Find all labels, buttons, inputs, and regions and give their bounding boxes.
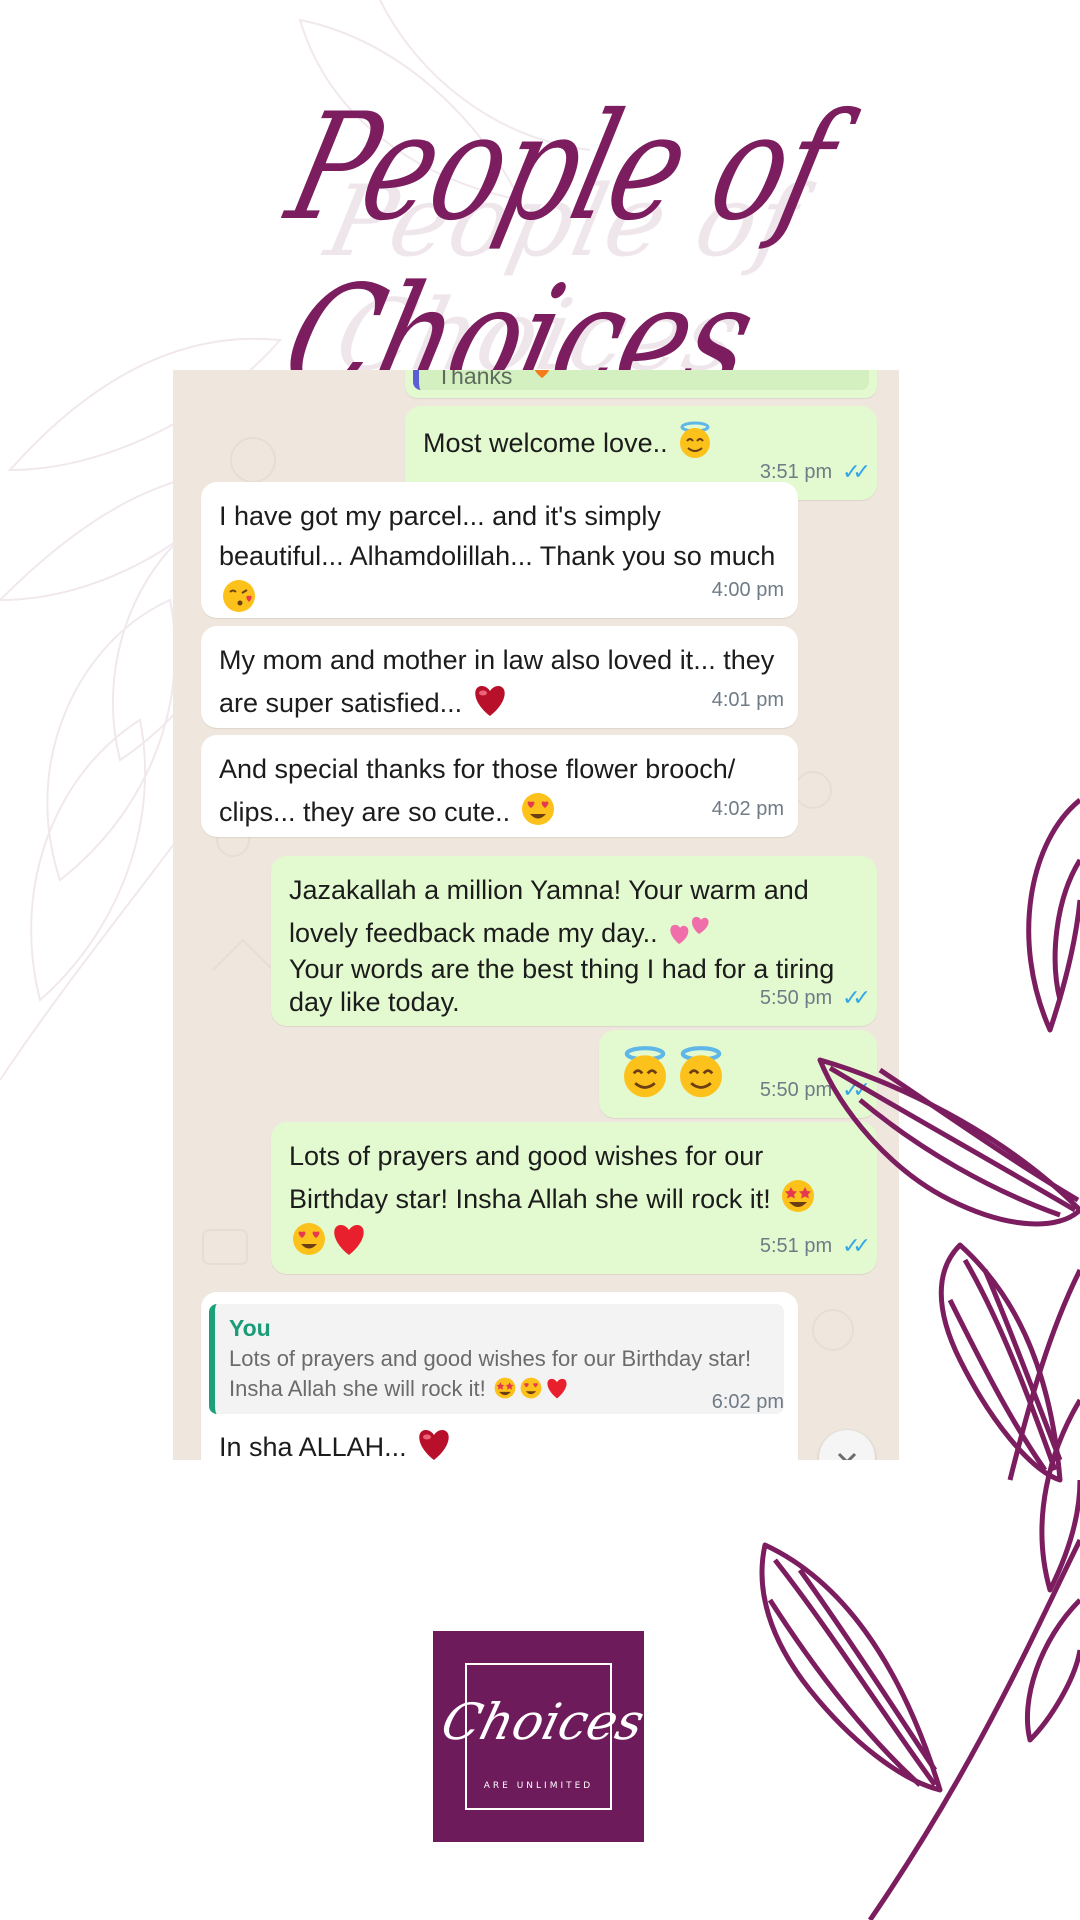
message-meta: 6:02 pm <box>712 1382 784 1422</box>
message-text: And special thanks for those flower broo… <box>219 754 736 827</box>
read-receipt-icon: ✓✓ <box>842 1077 871 1102</box>
message-meta: 5:51 pm ✓✓ <box>759 1226 871 1266</box>
red-heart-emoji <box>334 1225 364 1255</box>
message-text: In sha ALLAH... <box>219 1432 407 1460</box>
message-text: Lots of prayers and good wishes for our … <box>289 1141 771 1214</box>
read-receipt-icon: ✓✓ <box>842 1233 871 1258</box>
quoted-reply-partial: Thanks <box>413 370 869 390</box>
message-time: 6:02 pm <box>711 1391 784 1413</box>
red-heart-emoji <box>547 1378 567 1399</box>
heart-eyes-emoji <box>521 793 554 825</box>
orange-heart-emoji <box>534 370 550 379</box>
message-time: 4:01 pm <box>711 689 784 711</box>
message-bubble-incoming[interactable]: And special thanks for those flower broo… <box>201 735 798 837</box>
heart-eyes-emoji <box>520 1377 542 1399</box>
quoted-reply-author: You <box>229 1315 271 1341</box>
message-bubble-incoming[interactable]: You Lots of prayers and good wishes for … <box>201 1292 798 1460</box>
innocent-emoji <box>680 421 711 458</box>
message-text: I have got my parcel... and it's simply … <box>219 501 776 571</box>
innocent-emoji <box>680 1046 722 1098</box>
quoted-reply-body: Lots of prayers and good wishes for our … <box>229 1344 770 1404</box>
quoted-reply-text: Lots of prayers and good wishes for our … <box>229 1346 752 1401</box>
heart-eyes-emoji <box>293 1223 325 1255</box>
message-bubble-outgoing[interactable]: Lots of prayers and good wishes for our … <box>271 1122 877 1274</box>
heart-emoji <box>419 1430 449 1460</box>
star-struck-emoji <box>782 1180 815 1212</box>
star-struck-emoji <box>494 1377 516 1399</box>
message-bubble-outgoing[interactable]: Jazakallah a million Yamna! Your warm an… <box>271 856 877 1026</box>
kiss-emoji <box>223 580 255 612</box>
header: People of Choices People of Choices <box>0 60 1080 426</box>
message-meta: 4:00 pm <box>712 570 784 610</box>
read-receipt-icon: ✓✓ <box>842 985 871 1010</box>
message-text: Most welcome love.. <box>423 428 668 458</box>
message-meta: 5:50 pm ✓✓ <box>759 978 871 1018</box>
message-text: Jazakallah a million Yamna! Your warm an… <box>289 875 809 948</box>
message-time: 5:50 pm <box>759 987 833 1009</box>
message-time: 5:51 pm <box>759 1235 833 1257</box>
chevron-down-icon <box>837 1452 857 1460</box>
innocent-emoji <box>624 1046 666 1098</box>
scroll-down-button[interactable] <box>819 1430 875 1460</box>
message-bubble-incoming[interactable]: My mom and mother in law also loved it..… <box>201 626 798 728</box>
message-time: 4:00 pm <box>711 579 784 601</box>
logo-name: Choices <box>435 1693 651 1751</box>
message-bubble-incoming[interactable]: I have got my parcel... and it's simply … <box>201 482 798 618</box>
message-bubble-partial[interactable]: Thanks <box>405 370 877 398</box>
chat-screenshot: Thanks Most welcome love.. 3:51 pm ✓✓ I … <box>173 370 899 1460</box>
message-meta: 5:50 pm ✓✓ <box>759 1070 871 1110</box>
quoted-reply[interactable]: You Lots of prayers and good wishes for … <box>209 1304 784 1414</box>
message-meta: 4:01 pm <box>712 680 784 720</box>
message-time: 5:50 pm <box>759 1079 833 1101</box>
message-meta: 4:02 pm <box>712 789 784 829</box>
message-bubble-outgoing[interactable]: 5:50 pm ✓✓ <box>599 1030 877 1118</box>
message-time: 4:02 pm <box>711 798 784 820</box>
quoted-reply-text: Thanks <box>437 370 513 389</box>
read-receipt-icon: ✓✓ <box>842 459 871 484</box>
brand-logo: Choices ARE UNLIMITED <box>433 1631 650 1842</box>
logo-tagline: ARE UNLIMITED <box>483 1781 594 1791</box>
heart-emoji <box>474 686 505 716</box>
two-hearts-emoji <box>670 916 709 944</box>
